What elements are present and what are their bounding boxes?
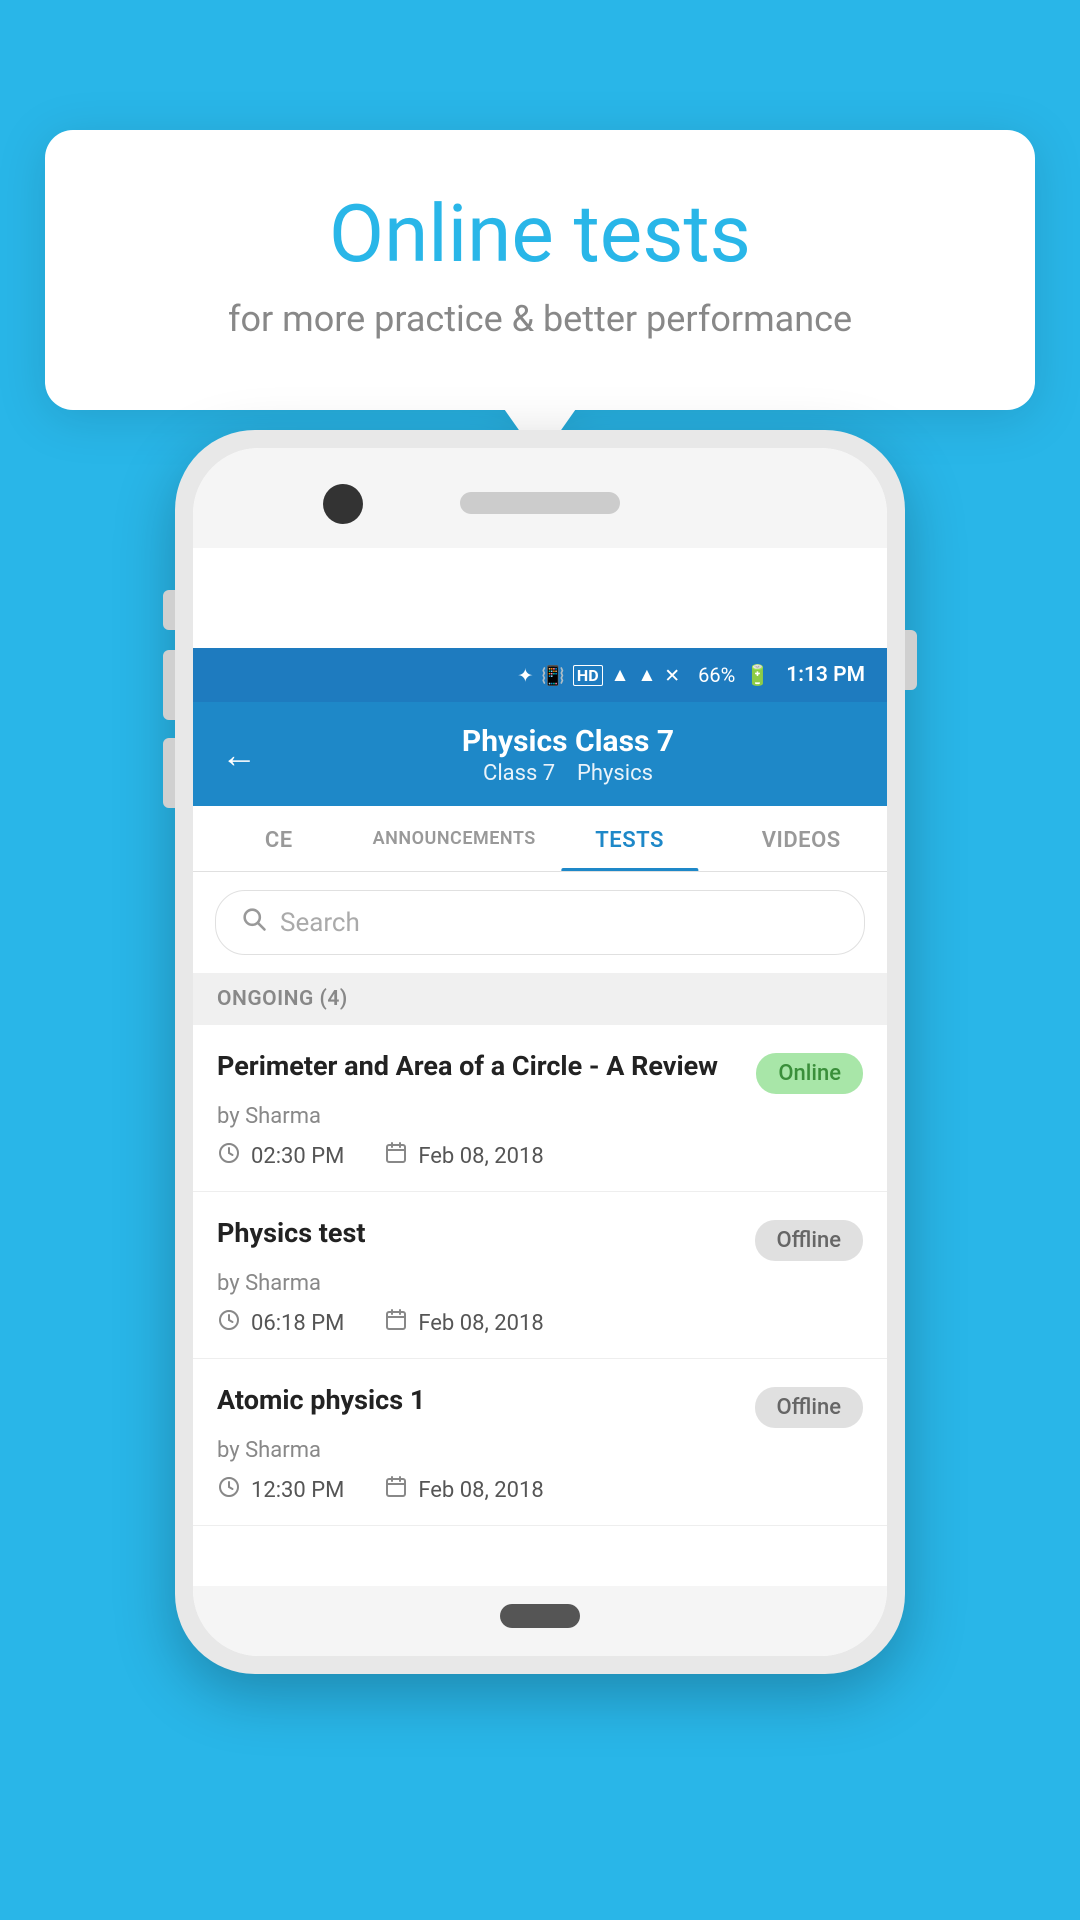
test-title-1: Perimeter and Area of a Circle - A Revie… <box>217 1049 740 1084</box>
tab-announcements[interactable]: ANNOUNCEMENTS <box>365 806 544 871</box>
test-time-value-3: 12:30 PM <box>251 1478 344 1503</box>
test-list: Perimeter and Area of a Circle - A Revie… <box>193 1025 887 1526</box>
search-container: Search <box>193 872 887 973</box>
app-bar-subtitle: Class 7 Physics <box>277 761 859 786</box>
battery-percent: 66% <box>698 663 735 687</box>
x-signal-icon: ✕ <box>664 664 680 687</box>
app-bar-subtitle-subject: Physics <box>577 761 653 786</box>
test-meta-1: 02:30 PM <box>217 1141 863 1171</box>
vibrate-icon: 📳 <box>541 664 565 687</box>
tab-tests[interactable]: TESTS <box>544 806 716 871</box>
test-date-3: Feb 08, 2018 <box>384 1475 543 1505</box>
clock-icon-3 <box>217 1475 241 1505</box>
clock-icon <box>217 1141 241 1171</box>
search-placeholder: Search <box>280 908 360 938</box>
tooltip-subtitle: for more practice & better performance <box>105 298 975 340</box>
status-time: 1:13 PM <box>786 663 865 687</box>
calendar-icon-2 <box>384 1308 408 1338</box>
speaker <box>460 492 620 514</box>
tabs-bar: CE ANNOUNCEMENTS TESTS VIDEOS <box>193 806 887 872</box>
back-button[interactable]: ← <box>221 737 257 773</box>
section-header-ongoing: ONGOING (4) <box>193 973 887 1025</box>
search-bar[interactable]: Search <box>215 890 865 955</box>
test-item-2[interactable]: Physics test Offline by Sharma <box>193 1192 887 1359</box>
test-date-2: Feb 08, 2018 <box>384 1308 543 1338</box>
signal-icon: ▲ <box>637 663 656 687</box>
calendar-icon-3 <box>384 1475 408 1505</box>
tab-videos[interactable]: VIDEOS <box>715 806 887 871</box>
wifi-icon: ▲ <box>611 663 630 687</box>
test-time-2: 06:18 PM <box>217 1308 344 1338</box>
search-icon <box>240 905 268 940</box>
status-badge-2: Offline <box>755 1220 863 1261</box>
status-badge-1: Online <box>756 1053 863 1094</box>
test-title-3: Atomic physics 1 <box>217 1383 739 1418</box>
bluetooth-icon: ✦ <box>517 664 533 687</box>
test-by-2: by Sharma <box>217 1271 863 1296</box>
test-by-3: by Sharma <box>217 1438 863 1463</box>
test-item-3[interactable]: Atomic physics 1 Offline by Sharma <box>193 1359 887 1526</box>
screen: ✦ 📳 HD ▲ ▲ ✕ 66% <box>193 648 887 1526</box>
test-title-2: Physics test <box>217 1216 739 1251</box>
tooltip-title: Online tests <box>105 190 975 278</box>
test-time-1: 02:30 PM <box>217 1141 344 1171</box>
test-date-value-2: Feb 08, 2018 <box>418 1311 543 1336</box>
test-time-3: 12:30 PM <box>217 1475 344 1505</box>
status-icons: ✦ 📳 HD ▲ ▲ ✕ <box>517 663 680 687</box>
status-bar: ✦ 📳 HD ▲ ▲ ✕ 66% <box>193 648 887 702</box>
hd-icon: HD <box>573 665 603 686</box>
battery-icon: 🔋 <box>745 663 770 687</box>
test-date-value-1: Feb 08, 2018 <box>418 1144 543 1169</box>
volume-up-button <box>163 650 175 720</box>
power-button <box>905 630 917 690</box>
volume-down-button <box>163 738 175 808</box>
test-time-value-2: 06:18 PM <box>251 1311 344 1336</box>
test-time-value-1: 02:30 PM <box>251 1144 344 1169</box>
camera <box>323 484 363 524</box>
test-date-1: Feb 08, 2018 <box>384 1141 543 1171</box>
tooltip-card: Online tests for more practice & better … <box>45 130 1035 410</box>
mute-button <box>163 590 175 630</box>
test-meta-3: 12:30 PM <box>217 1475 863 1505</box>
app-bar-titles: Physics Class 7 Class 7 Physics <box>277 724 859 786</box>
home-button[interactable] <box>500 1604 580 1628</box>
tab-ce[interactable]: CE <box>193 806 365 871</box>
status-badge-3: Offline <box>755 1387 863 1428</box>
test-meta-2: 06:18 PM <box>217 1308 863 1338</box>
app-bar-title: Physics Class 7 <box>277 724 859 759</box>
calendar-icon <box>384 1141 408 1171</box>
test-date-value-3: Feb 08, 2018 <box>418 1478 543 1503</box>
app-bar-subtitle-class: Class 7 <box>483 761 555 786</box>
clock-icon-2 <box>217 1308 241 1338</box>
test-item-1[interactable]: Perimeter and Area of a Circle - A Revie… <box>193 1025 887 1192</box>
test-by-1: by Sharma <box>217 1104 863 1129</box>
phone-mockup: ✦ 📳 HD ▲ ▲ ✕ 66% <box>175 430 905 1674</box>
app-bar: ← Physics Class 7 Class 7 Physics <box>193 702 887 806</box>
